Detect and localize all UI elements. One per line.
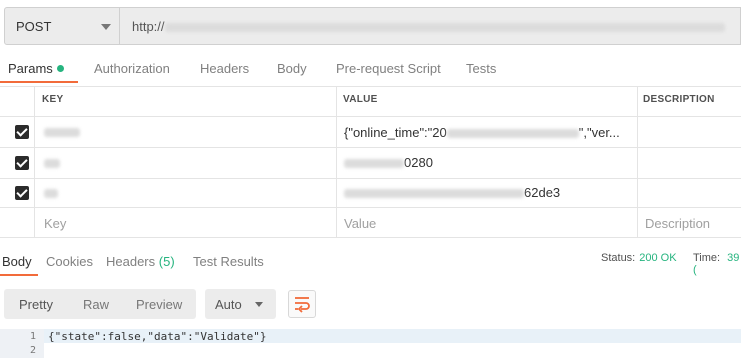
code-line: {"state":false,"data":"Validate"}: [48, 330, 267, 343]
tab-headers[interactable]: Headers: [200, 61, 249, 76]
view-mode-group: Pretty Raw Preview: [4, 289, 196, 319]
description-placeholder[interactable]: Description: [645, 216, 710, 231]
tab-params[interactable]: Params: [8, 61, 64, 76]
time-indicator: Time: 39 (: [693, 252, 740, 276]
method-label: POST: [16, 19, 52, 34]
format-select[interactable]: Auto: [205, 289, 276, 319]
line-number: 2: [29, 345, 36, 356]
redacted-url: [164, 23, 725, 33]
response-body-editor[interactable]: 1 2 {"state":false,"data":"Validate"}: [0, 329, 741, 358]
status-badge: 200 OK: [639, 252, 677, 264]
headers-count: (5): [158, 254, 175, 269]
column-header-value: VALUE: [343, 94, 378, 105]
request-bar: POST http://: [0, 0, 741, 56]
column-header-description: DESCRIPTION: [643, 94, 715, 105]
row-checkbox[interactable]: [15, 186, 29, 200]
response-tab-test-results[interactable]: Test Results: [193, 254, 264, 269]
row-checkbox[interactable]: [15, 156, 29, 170]
response-tab-headers[interactable]: Headers (5): [106, 254, 175, 269]
preview-button[interactable]: Preview: [136, 297, 182, 312]
param-value[interactable]: 62de3: [344, 185, 560, 200]
active-response-tab-underline: [0, 274, 38, 276]
url-text: http://: [132, 19, 725, 34]
wrap-icon: [295, 297, 310, 313]
redacted-value: [344, 189, 524, 199]
param-value[interactable]: 0280: [344, 155, 433, 170]
params-table: KEY VALUE DESCRIPTION {"online_time":"20…: [0, 86, 741, 238]
chevron-down-icon: [255, 302, 263, 307]
redacted-key: [44, 128, 80, 137]
response-tab-cookies[interactable]: Cookies: [46, 254, 93, 269]
method-select[interactable]: POST: [4, 7, 120, 45]
param-value[interactable]: {"online_time":"20 ","ver...: [344, 125, 620, 140]
raw-button[interactable]: Raw: [83, 297, 109, 312]
wrap-lines-button[interactable]: [288, 290, 316, 318]
chevron-down-icon: [101, 24, 111, 30]
active-tab-underline: [0, 81, 78, 83]
response-tab-body[interactable]: Body: [2, 254, 32, 269]
key-placeholder[interactable]: Key: [44, 216, 66, 231]
tab-authorization[interactable]: Authorization: [94, 61, 170, 76]
status-indicator: Status: 200 OK: [601, 252, 677, 264]
tab-tests[interactable]: Tests: [466, 61, 496, 76]
redacted-value: [446, 129, 579, 139]
redacted-value: [344, 159, 404, 169]
row-checkbox[interactable]: [15, 125, 29, 139]
column-header-key: KEY: [42, 94, 64, 105]
redacted-key: [44, 159, 60, 168]
redacted-key: [44, 189, 58, 198]
line-number: 1: [29, 331, 36, 342]
active-indicator-dot: [56, 65, 64, 73]
tab-pre-request-script[interactable]: Pre-request Script: [336, 61, 441, 76]
pretty-button[interactable]: Pretty: [19, 297, 53, 312]
value-placeholder[interactable]: Value: [344, 216, 376, 231]
tab-body[interactable]: Body: [277, 61, 307, 76]
url-input[interactable]: http://: [120, 7, 741, 45]
